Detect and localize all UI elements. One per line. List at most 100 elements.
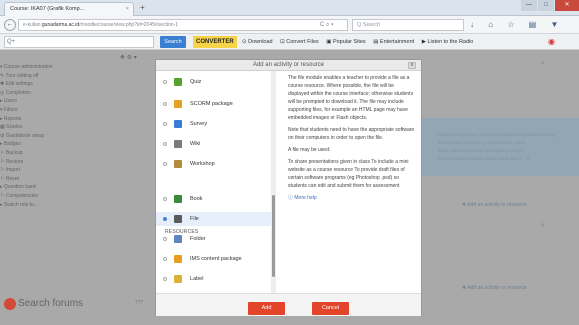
module-label: Label — [190, 276, 204, 282]
url-host: gunadarma.ac.id — [41, 22, 80, 28]
tab-bar: Course: IKA07 (Grafik Komp... × + — □ ✕ — [0, 0, 579, 16]
url-path: /moodle/course/view.php?id=2045#section-… — [79, 22, 178, 28]
admin-menu-item[interactable]: ▸ Question bank — [0, 183, 160, 192]
module-label: File — [190, 216, 199, 222]
toolbar-link-popular[interactable]: ▣ Popular Sites — [326, 39, 365, 45]
module-radio[interactable] — [163, 122, 167, 126]
tab-close-icon[interactable]: × — [126, 3, 129, 16]
module-icon — [174, 160, 182, 168]
toolbar-search-button[interactable]: Search — [160, 36, 186, 48]
admin-menu-item[interactable]: ▦ Grades — [0, 123, 160, 132]
maximize-button[interactable]: □ — [538, 0, 554, 11]
module-radio[interactable] — [163, 237, 167, 241]
minimize-button[interactable]: — — [521, 0, 537, 11]
admin-menu-item[interactable]: ▾ Course administration — [0, 63, 160, 72]
module-option[interactable]: Book — [156, 192, 271, 206]
admin-menu-item[interactable]: ▾ Filters — [0, 106, 160, 115]
module-icon — [174, 120, 182, 128]
description-paragraph: A file may be used: — [288, 147, 331, 153]
module-icon — [174, 100, 182, 108]
module-label: SCORM package — [190, 101, 233, 107]
module-radio[interactable] — [163, 277, 167, 281]
resources-heading: RESOURCES — [165, 229, 199, 235]
close-icon[interactable]: x — [408, 62, 416, 69]
toolbar-link-entertainment[interactable]: ▤ Entertainment — [373, 39, 414, 45]
module-option[interactable]: Survey — [156, 117, 271, 131]
module-option[interactable]: IMS content package — [156, 252, 271, 266]
module-option[interactable]: Wiki — [156, 137, 271, 151]
module-icon — [174, 78, 182, 86]
admin-menu-item[interactable]: ▸ Reports — [0, 115, 160, 124]
admin-menu-item[interactable]: ⚐ Backup — [0, 149, 160, 158]
search-forums-count: ??? — [135, 300, 144, 306]
module-option[interactable]: Label — [156, 272, 271, 286]
module-radio[interactable] — [163, 162, 167, 166]
scrollbar-thumb[interactable] — [272, 195, 275, 277]
browser-search-input[interactable]: Q Search — [352, 19, 464, 31]
admin-menu-item[interactable]: ✱ Edit settings — [0, 80, 160, 89]
activity-chooser-dialog: Add an activity or resource x Quiz SCORM … — [155, 59, 422, 316]
admin-menu-item[interactable]: ⚐ Competencies — [0, 192, 160, 201]
add-section-icon[interactable]: + — [540, 220, 545, 230]
admin-menu-item[interactable]: ⚐ Reset — [0, 175, 160, 184]
module-option[interactable]: File — [156, 212, 271, 226]
module-label: Book — [190, 196, 203, 202]
module-icon — [174, 235, 182, 243]
url-prefix: e-kulian. — [23, 22, 42, 28]
dialog-title: Add an activity or resource — [156, 60, 421, 71]
tab-title: Course: IKA07 (Grafik Komp... — [10, 6, 85, 12]
add-activity-link[interactable]: ✚ Add an activity or resource — [462, 202, 527, 208]
module-icon — [174, 215, 182, 223]
module-radio[interactable] — [163, 257, 167, 261]
module-icon — [174, 255, 182, 263]
section-summary: Pada pertemuan ini, mahasiswa akan mempe… — [405, 118, 579, 176]
converter-logo[interactable]: CONVERTER — [193, 36, 237, 48]
admin-menu-item[interactable]: ⚐ Restore — [0, 158, 160, 167]
description-paragraph: The file module enables a teacher to pro… — [288, 75, 414, 121]
search-forums-heading: Search forums — [18, 298, 84, 309]
module-option[interactable]: Workshop — [156, 157, 271, 171]
close-window-button[interactable]: ✕ — [555, 0, 579, 11]
section-summary-line: menerapkannya dalam grafik komputer (1 -… — [438, 156, 530, 161]
module-radio[interactable] — [163, 80, 167, 84]
forum-icon — [4, 298, 16, 310]
admin-menu-item[interactable]: ◎ Completion — [0, 89, 160, 98]
toolbar-link-convert[interactable]: ⊡ Convert Files — [280, 39, 319, 45]
more-help-link[interactable]: ⓘ More help — [288, 194, 416, 202]
dialog-footer — [156, 293, 421, 316]
browser-tab[interactable]: Course: IKA07 (Grafik Komp... × — [4, 2, 134, 16]
toolbar-link-download[interactable]: ⊙ Download — [242, 39, 273, 45]
module-label: Wiki — [190, 141, 201, 147]
window-controls: — □ ✕ — [520, 0, 579, 12]
section-summary-line: Pada pertemuan ini, mahasiswa akan mempe… — [438, 132, 556, 137]
module-radio[interactable] — [163, 142, 167, 146]
module-icon — [174, 140, 182, 148]
module-label: IMS content package — [190, 256, 242, 262]
admin-menu-item[interactable]: ▸ Badges — [0, 140, 160, 149]
addon-icon[interactable]: ◉ — [548, 36, 555, 48]
address-bar[interactable]: e-kulian.gunadarma.ac.id/moodle/course/v… — [18, 19, 348, 31]
reload-icon[interactable]: C ⌕ ▾ — [320, 19, 334, 31]
navigation-bar: ← e-kulian.gunadarma.ac.id/moodle/course… — [0, 16, 579, 41]
admin-menu-item[interactable]: ✎ Turn editing off — [0, 72, 160, 81]
block-move-icon[interactable]: ✥ ⚙ ▾ — [120, 54, 137, 61]
module-option[interactable]: Quiz — [156, 75, 271, 89]
toolbar-search-input[interactable]: Q+ — [4, 36, 154, 48]
cancel-button[interactable]: Cancel — [312, 302, 349, 315]
admin-menu-item[interactable]: ▸ Switch role to... — [0, 201, 160, 210]
back-icon[interactable]: ← — [4, 19, 16, 31]
toolbar-link-radio[interactable]: ▶ Listen to the Radio — [422, 39, 474, 45]
admin-menu-item[interactable]: ▸ Users — [0, 97, 160, 106]
module-radio[interactable] — [163, 102, 167, 106]
add-block-icon[interactable]: + — [540, 58, 545, 68]
module-option[interactable]: SCORM package — [156, 97, 271, 111]
new-tab-button[interactable]: + — [140, 3, 145, 13]
add-button[interactable]: Add — [248, 302, 285, 315]
description-paragraph: To share presentations given in class To… — [288, 159, 409, 189]
admin-menu-item[interactable]: ⚐ Import — [0, 166, 160, 175]
module-description: The file module enables a teacher to pro… — [288, 74, 416, 296]
admin-menu-item[interactable]: ⚙ Gradebook setup — [0, 132, 160, 141]
module-radio[interactable] — [163, 217, 167, 221]
module-radio[interactable] — [163, 197, 167, 201]
add-activity-link[interactable]: ✚ Add an activity or resource — [462, 285, 527, 291]
